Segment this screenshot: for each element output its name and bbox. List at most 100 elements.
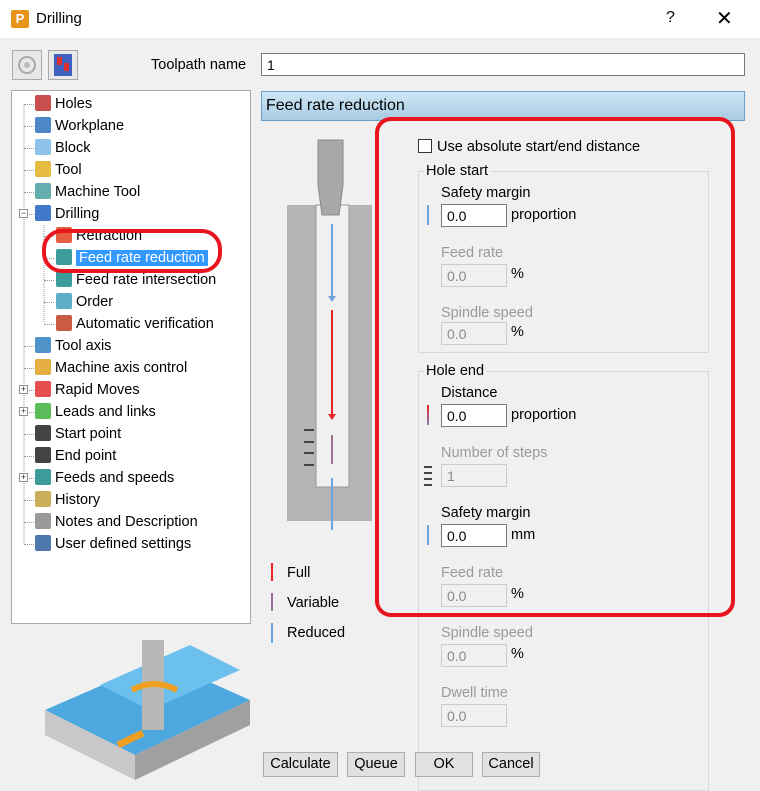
drill-bit-icon	[317, 139, 344, 216]
tree-item-label: End point	[55, 448, 117, 464]
tree-item-label: Leads and links	[55, 404, 156, 420]
tool-icon	[35, 161, 51, 177]
app-logo-icon: P	[11, 10, 29, 28]
tree-item-label: Rapid Moves	[55, 382, 140, 398]
tree-expander-collapse[interactable]: −	[19, 209, 28, 218]
tree-item-label: Tool	[55, 162, 82, 178]
tree-item-end-point[interactable]: End point	[35, 446, 116, 466]
title-bar	[0, 0, 760, 38]
window-title: Drilling	[36, 10, 82, 27]
holes-icon	[35, 95, 51, 111]
block-icon	[35, 139, 51, 155]
highlight-rectangle	[375, 117, 735, 617]
tree-item-label: Order	[76, 294, 114, 310]
cancel-button[interactable]: Cancel	[482, 752, 540, 777]
tree-connector	[24, 346, 34, 347]
tree-item-block[interactable]: Block	[35, 138, 90, 158]
tree-connector	[24, 104, 34, 105]
notes-icon	[35, 513, 51, 529]
tree-item-label: Workplane	[55, 118, 125, 134]
tree-connector	[24, 126, 34, 127]
tree-item-drilling[interactable]: Drilling	[35, 204, 99, 224]
machine-tool-icon	[35, 183, 51, 199]
toolpath-settings-icon[interactable]	[12, 50, 42, 80]
ok-button[interactable]: OK	[415, 752, 473, 777]
start-point-icon	[35, 425, 51, 441]
end-spindle-speed-input[interactable]	[441, 644, 507, 667]
highlight-ellipse	[42, 229, 222, 273]
tree-item-start-point[interactable]: Start point	[35, 424, 121, 444]
tree-item-automatic-verification[interactable]: Automatic verification	[56, 314, 214, 334]
tree-connector	[24, 170, 34, 171]
tree-connector	[24, 434, 34, 435]
tree-item-label: Feed rate intersection	[76, 272, 217, 288]
tree-item-machine-tool[interactable]: Machine Tool	[35, 182, 140, 202]
tree-item-label: Start point	[55, 426, 122, 442]
tree-item-rapid-moves[interactable]: Rapid Moves	[35, 380, 140, 400]
tree-expander-expand[interactable]: +	[19, 407, 28, 416]
tree-item-label: Notes and Description	[55, 514, 198, 530]
tree-item-label: Holes	[55, 96, 93, 112]
tree-connector	[24, 500, 34, 501]
legend-reduced: Reduced	[287, 625, 346, 641]
tree-connector	[44, 324, 54, 325]
tree-connector	[24, 368, 34, 369]
tree-connector	[44, 280, 54, 281]
tree-expander-expand[interactable]: +	[19, 473, 28, 482]
tree-item-tool-axis[interactable]: Tool axis	[35, 336, 111, 356]
tree-item-tool[interactable]: Tool	[35, 160, 82, 180]
tool-axis-icon	[35, 337, 51, 353]
dwell-time-input[interactable]	[441, 704, 507, 727]
tree-connector	[44, 302, 54, 303]
drilling-icon	[35, 205, 51, 221]
tree-item-workplane[interactable]: Workplane	[35, 116, 124, 136]
tree-item-history[interactable]: History	[35, 490, 100, 510]
toolpath-name-input[interactable]	[261, 53, 745, 76]
user-settings-icon	[35, 535, 51, 551]
tree-item-order[interactable]: Order	[56, 292, 113, 312]
end-spindle-speed-unit: %	[511, 646, 524, 662]
end-spindle-speed-label: Spindle speed	[441, 625, 533, 641]
tree-item-feeds-and-speeds[interactable]: Feeds and speeds	[35, 468, 174, 488]
toolpath-name-label: Toolpath name	[151, 57, 247, 73]
tree-item-label: Tool axis	[55, 338, 112, 354]
tree-expander-expand[interactable]: +	[19, 385, 28, 394]
close-button[interactable]: ✕	[716, 6, 733, 31]
tree-item-label: Block	[55, 140, 91, 156]
legend-variable: Variable	[287, 595, 340, 611]
tree-item-machine-axis-control[interactable]: Machine axis control	[35, 358, 187, 378]
feeds-speeds-icon	[35, 469, 51, 485]
leads-links-icon	[35, 403, 51, 419]
help-button[interactable]: ?	[666, 9, 675, 27]
tree-connector	[24, 456, 34, 457]
tree-item-label: Feeds and speeds	[55, 470, 175, 486]
strategy-preview-icon[interactable]	[48, 50, 78, 80]
tree-connector	[24, 192, 34, 193]
tree-item-user-defined-settings[interactable]: User defined settings	[35, 534, 191, 554]
tree-item-feed-rate-intersection[interactable]: Feed rate intersection	[56, 270, 216, 290]
tree-connector	[24, 544, 34, 545]
tree-item-label: Automatic verification	[76, 316, 214, 332]
settings-tree[interactable]: Holes Workplane Block Tool Machine Tool Drill…	[11, 90, 251, 624]
dwell-time-label: Dwell time	[441, 685, 508, 701]
history-icon	[35, 491, 51, 507]
calculate-button[interactable]: Calculate	[263, 752, 338, 777]
tree-item-holes[interactable]: Holes	[35, 94, 92, 114]
legend-arrows	[271, 563, 273, 643]
queue-button[interactable]: Queue	[347, 752, 405, 777]
machine-axis-icon	[35, 359, 51, 375]
tree-item-notes-and-description[interactable]: Notes and Description	[35, 512, 198, 532]
tree-item-label: Drilling	[55, 206, 100, 222]
tree-item-label: User defined settings	[55, 536, 192, 552]
tree-item-label: History	[55, 492, 101, 508]
feed-rate-icon	[56, 271, 72, 287]
tree-item-leads-and-links[interactable]: Leads and links	[35, 402, 156, 422]
legend-full: Full	[287, 565, 311, 581]
order-icon	[56, 293, 72, 309]
drilling-diagram	[287, 139, 372, 530]
drilling-illustration	[45, 640, 250, 780]
rapid-moves-icon	[35, 381, 51, 397]
verification-icon	[56, 315, 72, 331]
end-point-icon	[35, 447, 51, 463]
tree-item-label: Machine Tool	[55, 184, 141, 200]
